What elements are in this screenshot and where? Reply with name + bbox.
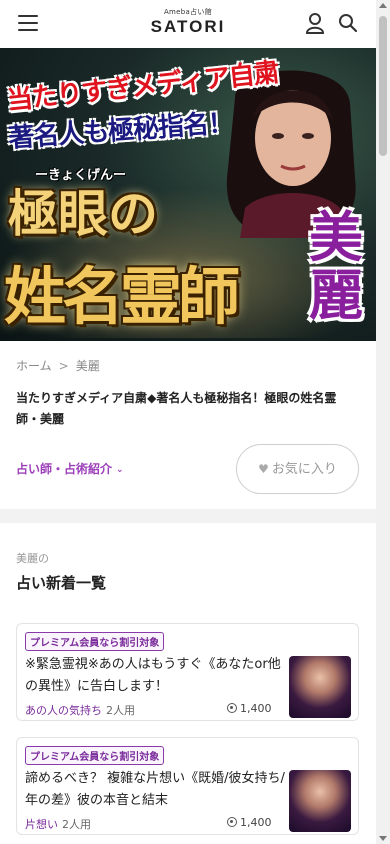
favorite-button[interactable]: ♥ お気に入り — [236, 444, 359, 494]
heart-icon: ♥ — [258, 462, 269, 476]
chevron-down-icon: ⌄ — [116, 465, 124, 475]
logo-title: SATORI — [150, 17, 226, 36]
fortune-card-title: 諦めるべき？ 複雑な片想い《既婚/彼女持ち/年の差》彼の本音と結末 — [25, 771, 285, 808]
breadcrumb: ホーム > 美麗 — [16, 357, 100, 374]
premium-discount-badge: プレミアム会員なら割引対象 — [25, 746, 165, 765]
search-icon[interactable] — [338, 13, 358, 33]
fortune-card-users: 2人用 — [106, 704, 135, 717]
page-title: 当たりすぎメディア自粛◆著名人も極秘指名！極眼の姓名霊師・美麗 — [16, 391, 337, 426]
fortune-card[interactable]: プレミアム会員なら割引対象 諦めるべき？ 複雑な片想い《既婚/彼女持ち/年の差》… — [16, 737, 359, 835]
user-icon[interactable] — [305, 12, 325, 34]
menu-icon[interactable] — [18, 15, 38, 33]
chevron-right-icon: > — [58, 359, 69, 373]
breadcrumb-home[interactable]: ホーム — [16, 359, 52, 373]
favorite-button-label: お気に入り — [271, 462, 337, 477]
fortune-card-title: ※緊急霊視※あの人はもうすぐ《あなたor他の異性》に告白します！ — [25, 657, 281, 694]
hero-banner: 当たりすぎメディア自粛 著名人も極秘指名！ ーきょくげんー 極眼の 姓名霊師 美… — [0, 48, 376, 341]
premium-discount-badge: プレミアム会員なら割引対象 — [25, 632, 165, 651]
teller-intro-label: 占い師・占術紹介 — [16, 462, 113, 476]
fortune-card-meta: 片想い 2人用 — [25, 816, 91, 832]
site-logo[interactable]: Ameba占い館 SATORI — [148, 8, 228, 37]
top-header: Ameba占い館 SATORI — [0, 0, 376, 48]
fortune-card-category[interactable]: あの人の気持ち — [25, 704, 102, 717]
fortune-card-price-value: 1,400 — [240, 702, 272, 715]
section-title: 占い新着一覧 — [16, 574, 107, 592]
fortune-card-price: 1,400 — [227, 816, 272, 829]
fortune-card-meta: あの人の気持ち 2人用 — [25, 702, 135, 718]
fortune-card-price: 1,400 — [227, 702, 272, 715]
fortune-card-thumbnail — [289, 656, 351, 718]
page-scrollbar[interactable] — [376, 0, 390, 844]
section-divider — [0, 509, 376, 523]
coin-icon — [227, 817, 237, 827]
fortune-card-thumbnail — [289, 770, 351, 832]
teller-intro-link[interactable]: 占い師・占術紹介 ⌄ — [16, 460, 124, 477]
scrollbar-thumb[interactable] — [379, 16, 387, 156]
logo-subtitle: Ameba占い館 — [163, 8, 213, 16]
fortune-card-price-value: 1,400 — [240, 816, 272, 829]
section-subtitle: 美麗の — [16, 552, 49, 565]
breadcrumb-current: 美麗 — [75, 359, 100, 373]
hero-teller-name: 美麗 — [309, 205, 363, 327]
fortune-card[interactable]: プレミアム会員なら割引対象 ※緊急霊視※あの人はもうすぐ《あなたor他の異性》に… — [16, 623, 359, 721]
scroll-down-icon[interactable] — [379, 836, 387, 841]
hero-headline-1: 極眼の — [8, 184, 158, 243]
fortune-card-users: 2人用 — [62, 818, 91, 831]
fortune-card-category[interactable]: 片想い — [25, 818, 58, 831]
scroll-up-icon[interactable] — [379, 3, 387, 8]
hero-headline-2: 姓名霊師 — [4, 260, 240, 333]
coin-icon — [227, 703, 237, 713]
